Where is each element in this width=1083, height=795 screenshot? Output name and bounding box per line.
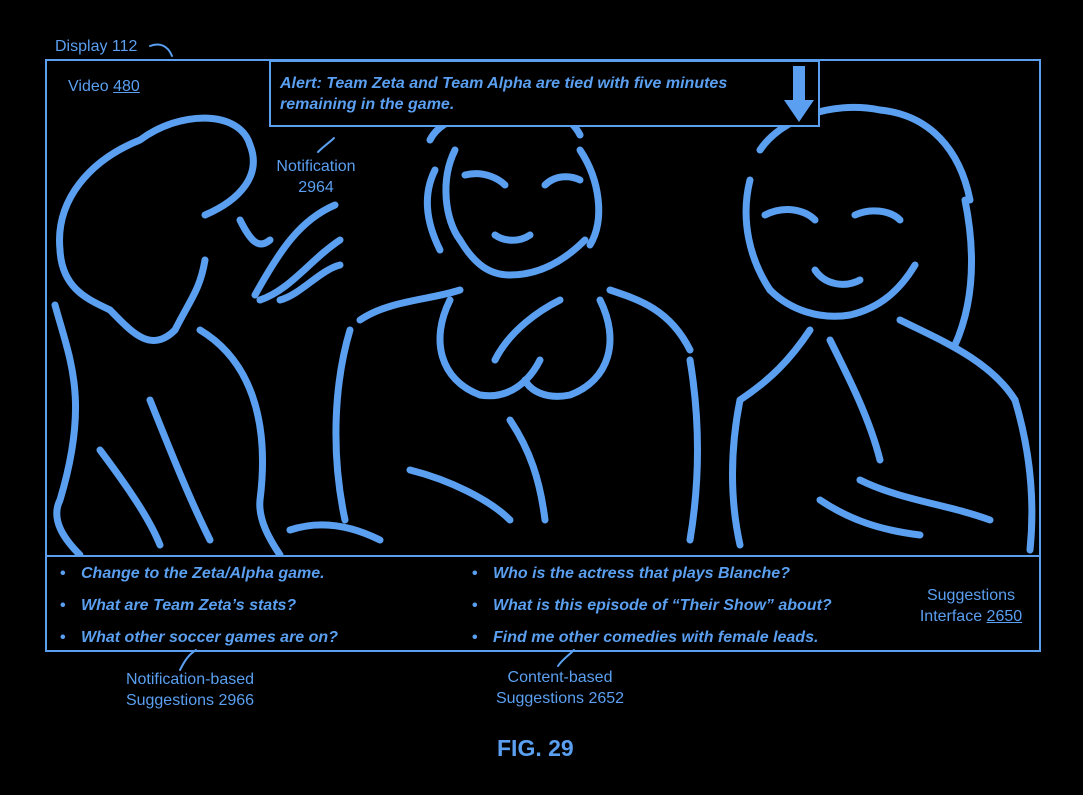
notification-suggestions-pointer: [180, 650, 196, 670]
suggestion-other-soccer[interactable]: What other soccer games are on?: [81, 628, 338, 648]
suggestions-interface-line1: Suggestions: [905, 585, 1037, 606]
suggestions-interface-line2: Interface: [920, 608, 987, 625]
notification-label-line1: Notification: [270, 156, 362, 177]
bullet-icon: •: [472, 628, 478, 648]
bullet-icon: •: [60, 628, 66, 648]
figure-caption: FIG. 29: [497, 735, 574, 762]
suggestion-change-game[interactable]: Change to the Zeta/Alpha game.: [81, 564, 325, 584]
suggestions-interface-ref: 2650: [987, 608, 1023, 625]
bullet-icon: •: [60, 596, 66, 616]
video-label: Video 480: [68, 76, 140, 97]
content-based-line2: Suggestions 2652: [480, 688, 640, 709]
suggestion-team-stats[interactable]: What are Team Zeta’s stats?: [81, 596, 296, 616]
bullet-icon: •: [60, 564, 66, 584]
alert-line-1: Alert: Team Zeta and Team Alpha are tied…: [280, 73, 774, 94]
notification-based-label: Notification-based Suggestions 2966: [110, 669, 270, 711]
notification-based-line2: Suggestions 2966: [110, 690, 270, 711]
display-label-text: Display 112: [55, 38, 137, 55]
content-based-label: Content-based Suggestions 2652: [480, 667, 640, 709]
suggestion-episode-about[interactable]: What is this episode of “Their Show” abo…: [493, 596, 832, 616]
suggestions-interface-label: Suggestions Interface 2650: [905, 585, 1037, 627]
video-label-ref: 480: [113, 78, 140, 95]
down-arrow-icon: [784, 64, 814, 124]
notification-label-line2: 2964: [270, 177, 362, 198]
suggestions-divider: [45, 555, 1041, 557]
video-label-text: Video: [68, 78, 113, 95]
notification-based-line1: Notification-based: [110, 669, 270, 690]
content-based-line1: Content-based: [480, 667, 640, 688]
notification-label: Notification 2964: [270, 156, 362, 198]
alert-notification[interactable]: Alert: Team Zeta and Team Alpha are tied…: [269, 60, 820, 127]
alert-line-2: remaining in the game.: [280, 94, 774, 115]
suggestion-comedies[interactable]: Find me other comedies with female leads…: [493, 628, 818, 648]
bullet-icon: •: [472, 596, 478, 616]
content-suggestions-pointer: [558, 650, 574, 666]
suggestion-actress[interactable]: Who is the actress that plays Blanche?: [493, 564, 790, 584]
display-label: Display 112: [55, 36, 137, 57]
display-leader: [150, 44, 172, 56]
bullet-icon: •: [472, 564, 478, 584]
